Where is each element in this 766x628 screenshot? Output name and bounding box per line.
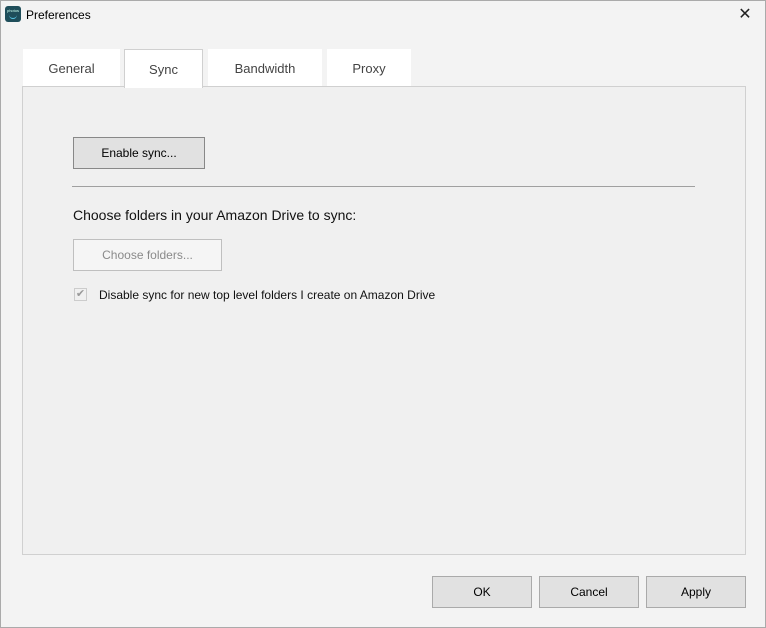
close-icon[interactable]: ✕ <box>725 1 765 29</box>
divider <box>72 186 695 187</box>
ok-button[interactable]: OK <box>432 576 532 608</box>
window-title: Preferences <box>26 8 91 22</box>
apply-button[interactable]: Apply <box>646 576 746 608</box>
preferences-window: photos Preferences ✕ General Sync Bandwi… <box>0 0 766 628</box>
disable-sync-checkbox[interactable]: ✔ <box>74 288 87 301</box>
tab-general[interactable]: General <box>23 49 120 87</box>
tab-proxy[interactable]: Proxy <box>327 49 411 87</box>
choose-folders-label: Choose folders in your Amazon Drive to s… <box>73 207 357 223</box>
tab-sync[interactable]: Sync <box>124 49 203 88</box>
choose-folders-button[interactable]: Choose folders... <box>73 239 222 271</box>
cancel-button[interactable]: Cancel <box>539 576 639 608</box>
enable-sync-button[interactable]: Enable sync... <box>73 137 205 169</box>
tab-bandwidth[interactable]: Bandwidth <box>208 49 322 87</box>
app-icon: photos <box>5 6 21 22</box>
title-bar: photos Preferences ✕ <box>1 1 765 29</box>
disable-sync-checkbox-label: Disable sync for new top level folders I… <box>99 288 436 302</box>
